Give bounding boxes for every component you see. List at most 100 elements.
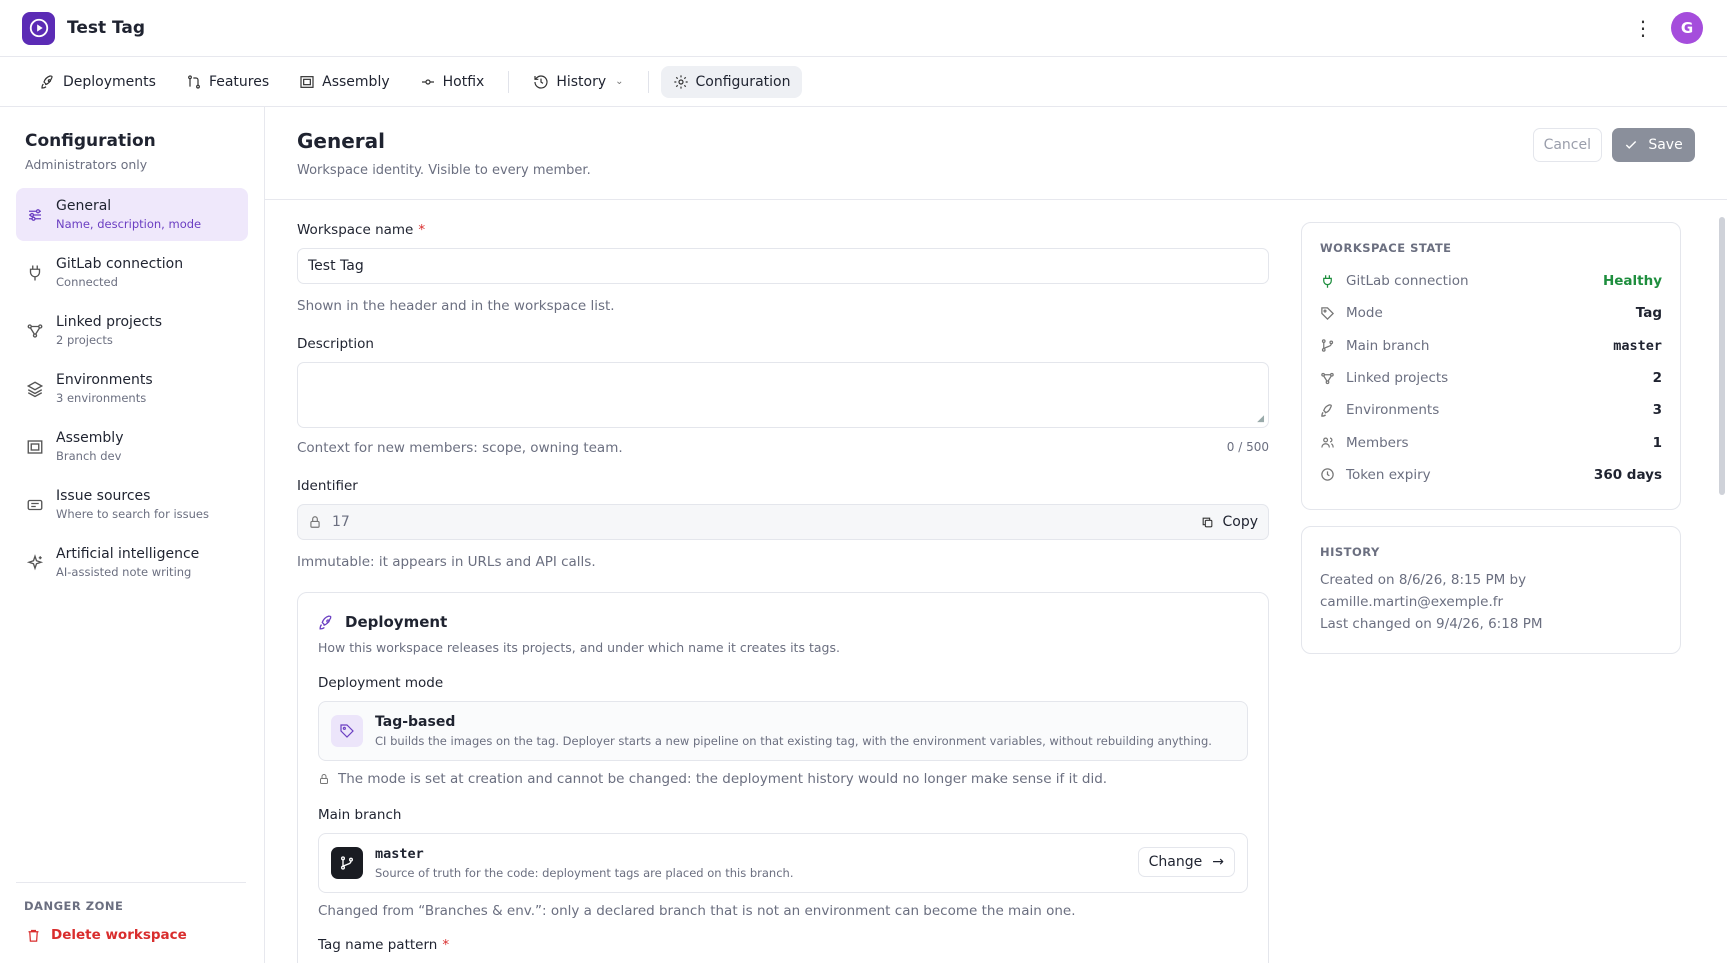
state-value: master: [1613, 337, 1662, 354]
network-icon: [1321, 372, 1334, 384]
sidebar-item-general[interactable]: General Name, description, mode: [16, 188, 248, 241]
trash-icon: [28, 929, 39, 942]
save-button[interactable]: Save: [1612, 128, 1695, 162]
state-row-mode: Mode Tag: [1320, 297, 1662, 329]
tab-label: History: [556, 73, 607, 90]
branch-note: Changed from “Branches & env.”: only a d…: [318, 903, 1076, 919]
sidebar-item-desc: Where to search for issues: [56, 507, 209, 521]
history-created: Created on 8/6/26, 8:15 PM by: [1320, 572, 1527, 589]
page-header: General Workspace identity. Visible to e…: [265, 107, 1727, 200]
commit-icon: [421, 78, 434, 85]
tab-deployments[interactable]: Deployments: [28, 66, 168, 98]
app-title: Test Tag: [67, 18, 146, 38]
description-label: Description: [297, 336, 374, 352]
deployment-title: Deployment: [345, 613, 448, 631]
state-value: 360 days: [1593, 466, 1662, 483]
tag-icon: [340, 724, 354, 738]
tab-configuration[interactable]: Configuration: [660, 65, 803, 98]
tab-assembly[interactable]: Assembly: [287, 66, 401, 98]
state-value: Healthy: [1602, 273, 1662, 290]
sidebar-item-desc: 2 projects: [56, 333, 113, 347]
ticket-icon: [27, 499, 43, 510]
play-icon: [29, 18, 48, 38]
identifier-value: 17: [332, 514, 350, 530]
sliders-icon: [29, 208, 41, 221]
sidebar-item-label: General: [56, 198, 112, 214]
sidebar-item-label: Assembly: [56, 430, 124, 446]
deployment-subtitle: How this workspace releases its projects…: [318, 640, 840, 655]
arrow-right-icon: →: [1212, 854, 1224, 870]
resize-handle-icon[interactable]: ◢: [1257, 414, 1264, 424]
tab-label: Configuration: [695, 73, 791, 90]
clock-icon: [1321, 468, 1334, 482]
deployment-card: Deployment How this workspace releases i…: [297, 592, 1269, 963]
state-row-members: Members 1: [1320, 426, 1662, 458]
description-counter: 0 / 500: [1226, 440, 1269, 454]
workspace-state-panel: WORKSPACE STATE GitLab connection Health…: [1301, 222, 1681, 511]
sidebar-item-ai[interactable]: Artificial intelligence AI-assisted note …: [16, 536, 248, 589]
cancel-button[interactable]: Cancel: [1532, 128, 1602, 162]
change-label: Change: [1148, 854, 1203, 870]
app-header: Test Tag ⋮ G: [0, 0, 1727, 57]
avatar[interactable]: G: [1671, 12, 1703, 44]
sidebar-item-label: GitLab connection: [56, 256, 184, 272]
workspace-name-input[interactable]: Test Tag: [297, 248, 1269, 284]
layers-icon: [26, 380, 44, 397]
main-panel: General Workspace identity. Visible to e…: [265, 107, 1727, 963]
panel-title: HISTORY: [1320, 545, 1380, 560]
sidebar-item-projects[interactable]: Linked projects 2 projects: [16, 304, 248, 357]
users-icon: [1321, 437, 1334, 448]
state-row-gitlab: GitLab connection Healthy: [1320, 265, 1662, 297]
general-form: Workspace name * Test Tag Shown in the he…: [297, 222, 1269, 963]
sidebar-item-issue-sources[interactable]: Issue sources Where to search for issues: [16, 478, 248, 531]
more-menu-icon[interactable]: ⋮: [1633, 18, 1653, 38]
copy-icon: [1203, 517, 1213, 527]
panel-title: WORKSPACE STATE: [1320, 241, 1452, 255]
app-logo[interactable]: [22, 11, 55, 45]
scrollbar[interactable]: [1719, 217, 1725, 495]
delete-workspace-label: Delete workspace: [51, 927, 187, 943]
sidebar-item-environments[interactable]: Environments 3 environments: [16, 362, 248, 415]
history-changed: Last changed on 9/4/26, 6:18 PM: [1320, 616, 1543, 633]
rocket-icon: [1321, 404, 1332, 417]
git-branch-icon: [1321, 339, 1334, 352]
tab-divider: [647, 70, 649, 93]
tab-label: Assembly: [322, 73, 390, 90]
rocket-icon: [41, 74, 53, 89]
sidebar-item-label: Artificial intelligence: [56, 546, 200, 562]
sidebar-item-desc: Branch dev: [56, 449, 122, 463]
tab-history[interactable]: History ⌄: [521, 66, 635, 98]
state-value: 1: [1652, 434, 1662, 451]
sidebar-item-assembly[interactable]: Assembly Branch dev: [16, 420, 248, 473]
workspace-name-help: Shown in the header and in the workspace…: [297, 298, 615, 314]
mode-name: Tag-based: [375, 714, 456, 730]
sidebar-item-gitlab[interactable]: GitLab connection Connected: [16, 246, 248, 299]
change-branch-button[interactable]: Change →: [1137, 847, 1235, 877]
sidebar-subtitle: Administrators only: [25, 157, 148, 172]
identifier-field: 17 Copy: [297, 504, 1269, 540]
gear-icon: [673, 74, 688, 89]
state-row-environments: Environments 3: [1320, 394, 1662, 426]
description-help: Context for new members: scope, owning t…: [297, 440, 623, 456]
tab-features[interactable]: Features: [174, 66, 281, 98]
tab-hotfix[interactable]: Hotfix: [408, 66, 497, 98]
state-row-branch: Main branch master: [1320, 330, 1662, 362]
tag-pattern-label: Tag name pattern *: [318, 937, 450, 953]
delete-workspace-button[interactable]: Delete workspace: [16, 927, 246, 943]
git-branch-icon: [341, 856, 353, 870]
network-icon: [27, 323, 43, 338]
sidebar-item-desc: AI-assisted note writing: [56, 565, 192, 579]
tab-label: Hotfix: [442, 73, 485, 90]
deployment-mode-label: Deployment mode: [318, 675, 444, 691]
plug-icon: [1323, 274, 1332, 288]
mode-description: CI builds the images on the tag. Deploye…: [375, 734, 1212, 748]
description-textarea[interactable]: ◢: [297, 362, 1269, 428]
identifier-help: Immutable: it appears in URLs and API ca…: [297, 554, 596, 570]
summary-aside: WORKSPACE STATE GitLab connection Health…: [1301, 222, 1681, 963]
frame-icon: [27, 439, 43, 454]
copy-button[interactable]: Copy: [1201, 514, 1258, 530]
main-branch-label: Main branch: [318, 807, 402, 823]
config-sidebar: Configuration Administrators only Genera…: [0, 107, 265, 963]
lock-icon: [320, 774, 328, 784]
deployment-mode-option: Tag-based CI builds the images on the ta…: [318, 701, 1248, 761]
